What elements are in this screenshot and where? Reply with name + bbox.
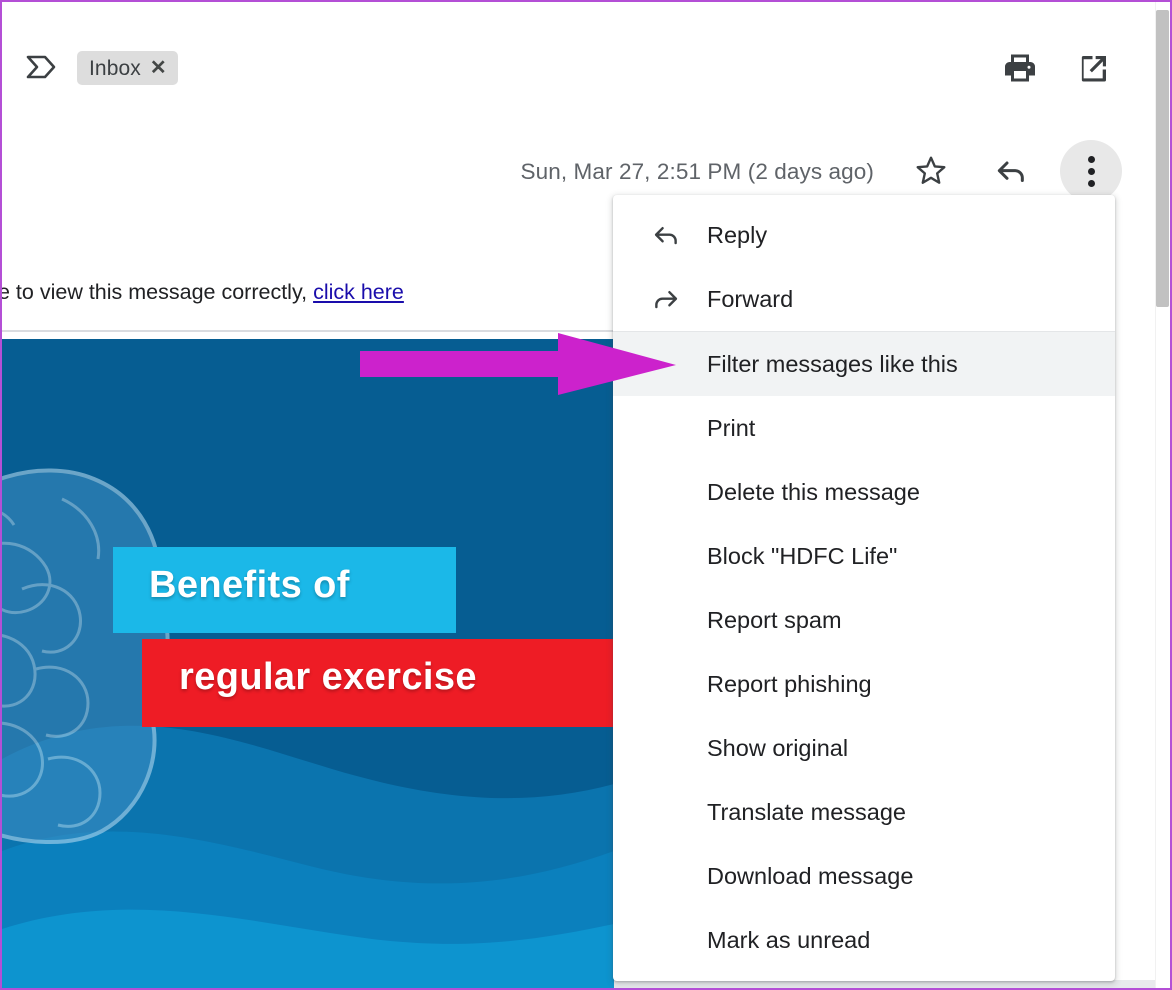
message-toolbar: Inbox ✕ — [2, 2, 1162, 114]
toolbar-right-actions — [998, 46, 1116, 90]
message-actions — [900, 140, 1122, 202]
menu-item-download-message[interactable]: Download message — [613, 844, 1115, 908]
menu-bottom-padding — [613, 972, 1115, 981]
preheader-divider — [2, 330, 614, 332]
click-here-link[interactable]: click here — [313, 280, 404, 304]
menu-item-label: Block "HDFC Life" — [707, 542, 898, 569]
inbox-label-chip[interactable]: Inbox ✕ — [77, 51, 178, 85]
star-icon[interactable] — [900, 140, 962, 202]
menu-item-label: Forward — [707, 285, 794, 312]
vertical-dots — [1087, 155, 1095, 187]
inbox-label-text: Inbox — [89, 56, 141, 80]
menu-item-label: Reply — [707, 221, 768, 248]
menu-item-label: Show original — [707, 734, 849, 761]
menu-item-mark-as-unread[interactable]: Mark as unread — [613, 908, 1115, 972]
menu-item-report-spam[interactable]: Report spam — [613, 588, 1115, 652]
menu-item-label: Report phishing — [707, 670, 872, 697]
menu-item-label: Mark as unread — [707, 926, 871, 953]
preheader-line: e to view this message correctly, click … — [0, 280, 404, 305]
reply-arrow-icon[interactable] — [980, 140, 1042, 202]
remove-label-icon[interactable]: ✕ — [150, 58, 167, 78]
menu-item-block-sender[interactable]: Block "HDFC Life" — [613, 524, 1115, 588]
scrollbar-track[interactable] — [1156, 2, 1170, 988]
banner-headline-line2: regular exercise — [179, 656, 477, 698]
label-chevron-icon[interactable] — [24, 50, 58, 84]
email-banner-image: Benefits of regular exercise — [2, 339, 614, 988]
menu-item-forward[interactable]: Forward — [613, 267, 1115, 331]
reply-arrow-icon — [649, 218, 701, 252]
banner-headline-line1: Benefits of — [149, 564, 350, 606]
menu-top-padding — [613, 195, 1115, 203]
menu-item-label: Delete this message — [707, 478, 920, 505]
menu-item-report-phishing[interactable]: Report phishing — [613, 652, 1115, 716]
menu-item-print[interactable]: Print — [613, 396, 1115, 460]
menu-item-filter-messages-like-this[interactable]: Filter messages like this — [613, 332, 1115, 396]
menu-item-reply[interactable]: Reply — [613, 203, 1115, 267]
print-icon[interactable] — [998, 46, 1042, 90]
menu-item-label: Download message — [707, 862, 914, 889]
open-in-new-window-icon[interactable] — [1072, 46, 1116, 90]
menu-item-delete-this-message[interactable]: Delete this message — [613, 460, 1115, 524]
menu-item-label: Translate message — [707, 798, 906, 825]
forward-arrow-icon — [649, 282, 701, 316]
scrollbar-thumb[interactable] — [1156, 10, 1169, 307]
message-timestamp: Sun, Mar 27, 2:51 PM (2 days ago) — [520, 159, 874, 184]
more-options-menu: Reply Forward Filter messages like this … — [613, 195, 1115, 981]
menu-item-label: Print — [707, 414, 756, 441]
menu-item-label: Report spam — [707, 606, 842, 633]
screenshot-root: Inbox ✕ Sun, Mar 27, 2:51 PM (2 days ago… — [0, 0, 1172, 990]
banner-headline-band-2: regular exercise — [142, 639, 614, 727]
message-list-strip — [614, 980, 1158, 988]
menu-item-label: Filter messages like this — [707, 350, 958, 377]
preheader-prefix-text: e to view this message correctly, — [0, 280, 308, 304]
menu-item-translate-message[interactable]: Translate message — [613, 780, 1115, 844]
more-options-vertical-dots-icon[interactable] — [1060, 140, 1122, 202]
banner-headline-band-1: Benefits of — [113, 547, 456, 633]
menu-item-show-original[interactable]: Show original — [613, 716, 1115, 780]
